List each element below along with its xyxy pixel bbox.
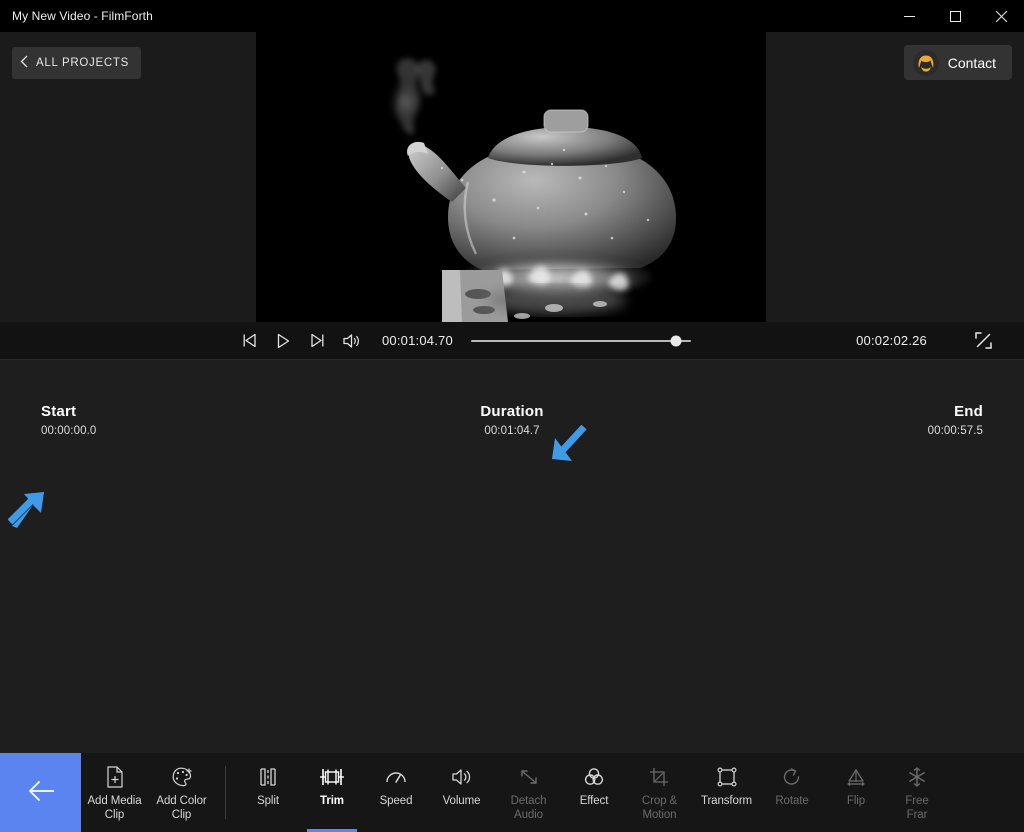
volume-icon[interactable] xyxy=(334,322,368,360)
tool-label: Rotate xyxy=(775,795,809,807)
all-projects-label: ALL PROJECTS xyxy=(36,57,129,69)
chevron-left-icon xyxy=(20,55,29,71)
seek-track xyxy=(470,339,691,342)
add-media-clip-icon xyxy=(104,764,126,790)
minimize-button[interactable] xyxy=(886,0,932,32)
trim-panel: Start 00:00:00.0 Duration 00:01:04.7 End… xyxy=(0,360,1024,832)
duration-label: Duration xyxy=(480,403,544,420)
video-frame-image xyxy=(256,32,766,322)
detach-audio-icon xyxy=(517,764,541,790)
close-button[interactable] xyxy=(978,0,1024,32)
flip-icon xyxy=(844,764,868,790)
trim-icon xyxy=(319,764,345,790)
tool-volume[interactable]: Volume xyxy=(428,753,495,832)
end-block: End 00:00:57.5 xyxy=(928,403,983,437)
window-controls xyxy=(886,0,1024,32)
tool-label: Add Media Clip xyxy=(87,795,142,821)
tool-add-color-clip[interactable]: Add Color Clip xyxy=(148,753,215,832)
add-color-clip-icon xyxy=(170,764,194,790)
maximize-button[interactable] xyxy=(932,0,978,32)
play-icon[interactable] xyxy=(266,322,300,360)
speed-icon xyxy=(384,764,408,790)
skip-next-icon[interactable] xyxy=(300,322,334,360)
window-title: My New Video - FilmForth xyxy=(12,9,153,23)
all-projects-button[interactable]: ALL PROJECTS xyxy=(12,47,141,79)
user-avatar-icon xyxy=(912,49,939,76)
duration-value: 00:01:04.7 xyxy=(484,425,540,437)
end-value: 00:00:57.5 xyxy=(927,425,983,437)
seek-slider[interactable] xyxy=(470,322,691,360)
bottom-toolbar: Add Media Clip Add Color Clip Split Trim… xyxy=(0,753,1024,832)
tool-flip[interactable]: Flip xyxy=(824,753,888,832)
freeze-frame-icon xyxy=(907,764,927,790)
transform-icon xyxy=(715,764,739,790)
effect-icon xyxy=(582,764,606,790)
duration-block: Duration 00:01:04.7 xyxy=(480,403,543,437)
tool-label: Volume xyxy=(442,795,481,807)
rotate-icon xyxy=(781,764,803,790)
crop-motion-icon xyxy=(648,764,672,790)
end-label: End xyxy=(954,403,983,420)
filmforth-window: My New Video - FilmForth ALL PROJECTS Co… xyxy=(0,0,1024,832)
tool-label: Flip xyxy=(846,795,866,807)
total-timecode: 00:02:02.26 xyxy=(856,333,927,348)
tool-detach-audio[interactable]: Detach Audio xyxy=(495,753,562,832)
tool-list: Add Media Clip Add Color Clip Split Trim… xyxy=(81,753,946,832)
toolbar-divider xyxy=(225,766,226,819)
tool-label: Free Frar xyxy=(905,795,929,821)
start-block: Start 00:00:00.0 xyxy=(41,403,96,437)
tool-label: Trim xyxy=(320,795,344,807)
split-icon xyxy=(257,764,279,790)
arrow-left-icon xyxy=(26,780,56,805)
title-bar: My New Video - FilmForth xyxy=(0,0,1024,32)
contact-button[interactable]: Contact xyxy=(903,45,1012,80)
tool-trim[interactable]: Trim xyxy=(300,753,364,832)
video-preview[interactable] xyxy=(256,32,766,322)
start-label: Start xyxy=(41,403,77,420)
start-value: 00:00:00.0 xyxy=(41,425,97,437)
tool-label: Crop & Motion xyxy=(641,795,678,821)
tool-effect[interactable]: Effect xyxy=(562,753,626,832)
skip-previous-icon[interactable] xyxy=(232,322,266,360)
tool-rotate[interactable]: Rotate xyxy=(760,753,824,832)
tool-freeze-frame[interactable]: Free Frar xyxy=(888,753,946,832)
tool-label: Add Color Clip xyxy=(156,795,207,821)
tool-label: Speed xyxy=(379,795,413,807)
playback-controls: 00:01:04.70 xyxy=(232,322,691,360)
trim-labels: Start 00:00:00.0 Duration 00:01:04.7 End… xyxy=(41,403,983,445)
contact-label: Contact xyxy=(947,54,996,71)
transport-bar: 00:01:04.70 00:02:02.26 xyxy=(0,322,1024,360)
tool-split[interactable]: Split xyxy=(236,753,300,832)
current-timecode: 00:01:04.70 xyxy=(382,333,453,348)
seek-knob[interactable] xyxy=(670,335,682,346)
tool-transform[interactable]: Transform xyxy=(693,753,760,832)
tool-add-media-clip[interactable]: Add Media Clip xyxy=(81,753,148,832)
tool-label: Split xyxy=(257,795,279,807)
tool-label: Transform xyxy=(700,795,753,807)
back-button[interactable] xyxy=(0,753,81,832)
fullscreen-icon[interactable] xyxy=(969,327,997,355)
tool-speed[interactable]: Speed xyxy=(364,753,428,832)
tool-label: Effect xyxy=(579,795,609,807)
volume-icon xyxy=(450,764,474,790)
tool-crop-motion[interactable]: Crop & Motion xyxy=(626,753,693,832)
tool-label: Detach Audio xyxy=(510,795,547,821)
